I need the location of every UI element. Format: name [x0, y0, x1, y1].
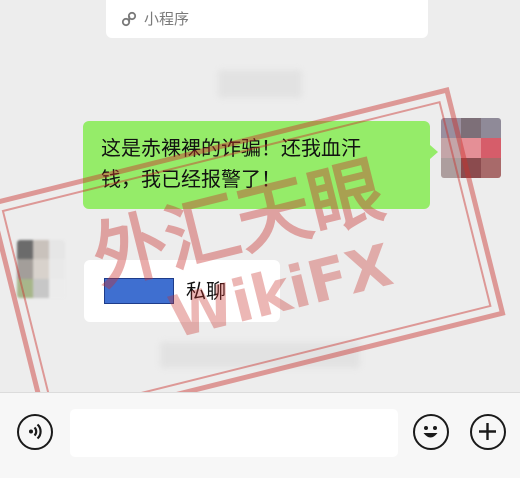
message-input[interactable]	[70, 409, 398, 457]
outgoing-message-line-2: 钱，我已经报警了！	[101, 167, 281, 191]
emoji-button[interactable]	[413, 414, 449, 450]
incoming-message-text: 私聊	[186, 279, 226, 303]
mini-program-footer: 小程序	[120, 8, 189, 29]
outgoing-message-line-1: 这是赤裸裸的诈骗！还我血汗	[101, 136, 361, 160]
outgoing-message[interactable]: 这是赤裸裸的诈骗！还我血汗 钱，我已经报警了！	[83, 121, 438, 209]
redacted-block	[104, 278, 174, 304]
self-avatar[interactable]	[441, 118, 501, 178]
voice-icon	[29, 423, 42, 440]
system-notice-blur	[160, 342, 360, 368]
mini-program-label: 小程序	[144, 10, 190, 28]
plus-button[interactable]	[470, 414, 506, 450]
timestamp-blur	[218, 70, 302, 98]
mini-program-card[interactable]: 小程序	[106, 0, 428, 38]
peer-avatar[interactable]	[17, 240, 65, 298]
input-toolbar	[0, 392, 520, 478]
incoming-message[interactable]: 私聊	[84, 260, 280, 322]
chat-area: 小程序 这是赤裸裸的诈骗！还我血汗 钱，我已经报警了！ 私聊 外汇天眼 Wiki…	[0, 0, 520, 392]
voice-button[interactable]	[17, 414, 53, 450]
mini-program-icon	[121, 11, 137, 26]
emoji-icon	[423, 426, 438, 438]
plus-icon	[479, 423, 496, 440]
